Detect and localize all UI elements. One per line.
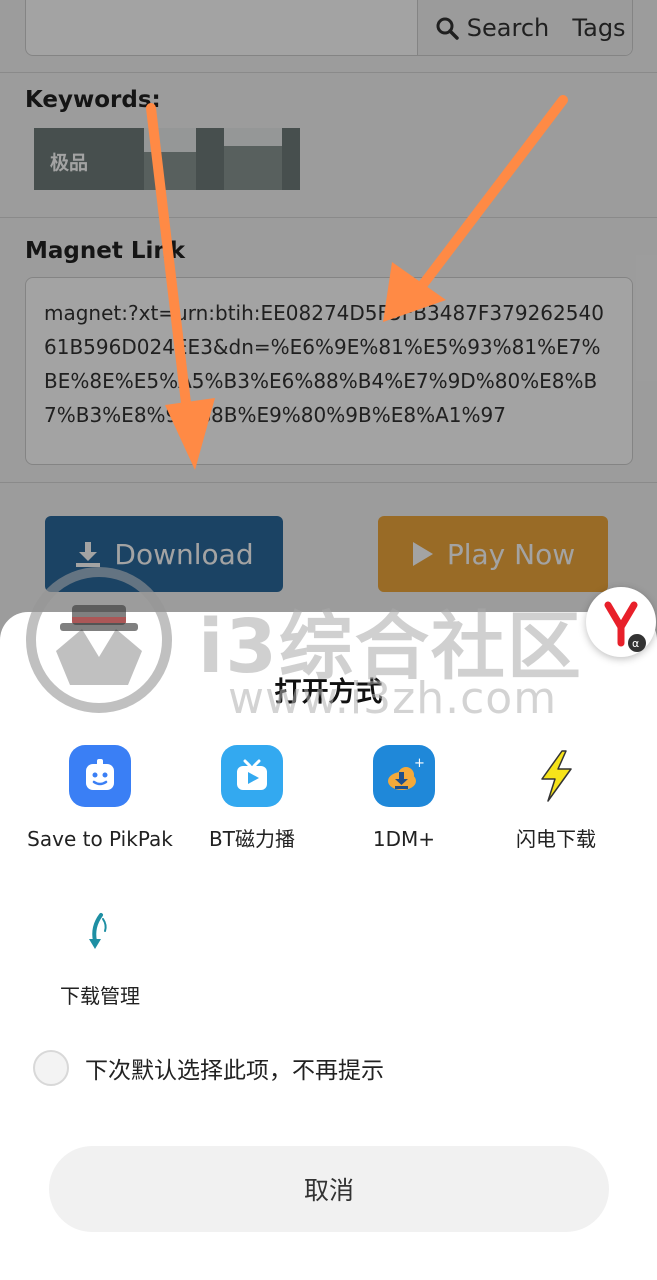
tv-play-icon xyxy=(221,745,283,807)
floating-y-app-icon[interactable]: α xyxy=(586,587,656,657)
pikpak-icon xyxy=(69,745,131,807)
cancel-button[interactable]: 取消 xyxy=(49,1146,609,1232)
open-with-sheet: 打开方式 Save to PikPak BT磁力播 + 1DM+ 闪电下载 下载… xyxy=(0,612,657,1280)
remember-choice-row[interactable]: 下次默认选择此项，不再提示 xyxy=(33,1050,384,1086)
app-label-lightning: 闪电下载 xyxy=(516,827,596,851)
sheet-title: 打开方式 xyxy=(274,677,383,708)
app-label-pikpak: Save to PikPak xyxy=(27,827,173,851)
cloud-download-icon: + xyxy=(373,745,435,807)
remember-label: 下次默认选择此项，不再提示 xyxy=(85,1058,384,1084)
app-option-pikpak[interactable]: Save to PikPak xyxy=(25,745,175,852)
app-label-bt: BT磁力播 xyxy=(209,827,295,851)
app-option-bt[interactable]: BT磁力播 xyxy=(177,745,327,852)
download-manager-icon xyxy=(69,902,131,964)
remember-checkbox[interactable] xyxy=(33,1050,69,1086)
svg-text:α: α xyxy=(632,637,639,650)
lightning-icon xyxy=(525,745,587,807)
dim-overlay[interactable] xyxy=(0,0,657,640)
app-option-lightning[interactable]: 闪电下载 xyxy=(481,745,631,852)
svg-text:+: + xyxy=(414,756,425,771)
app-label-1dm: 1DM+ xyxy=(372,827,436,851)
app-option-1dm[interactable]: + 1DM+ xyxy=(329,745,479,852)
app-label-download-manager: 下载管理 xyxy=(60,984,140,1008)
app-option-download-manager[interactable]: 下载管理 xyxy=(25,902,175,1009)
